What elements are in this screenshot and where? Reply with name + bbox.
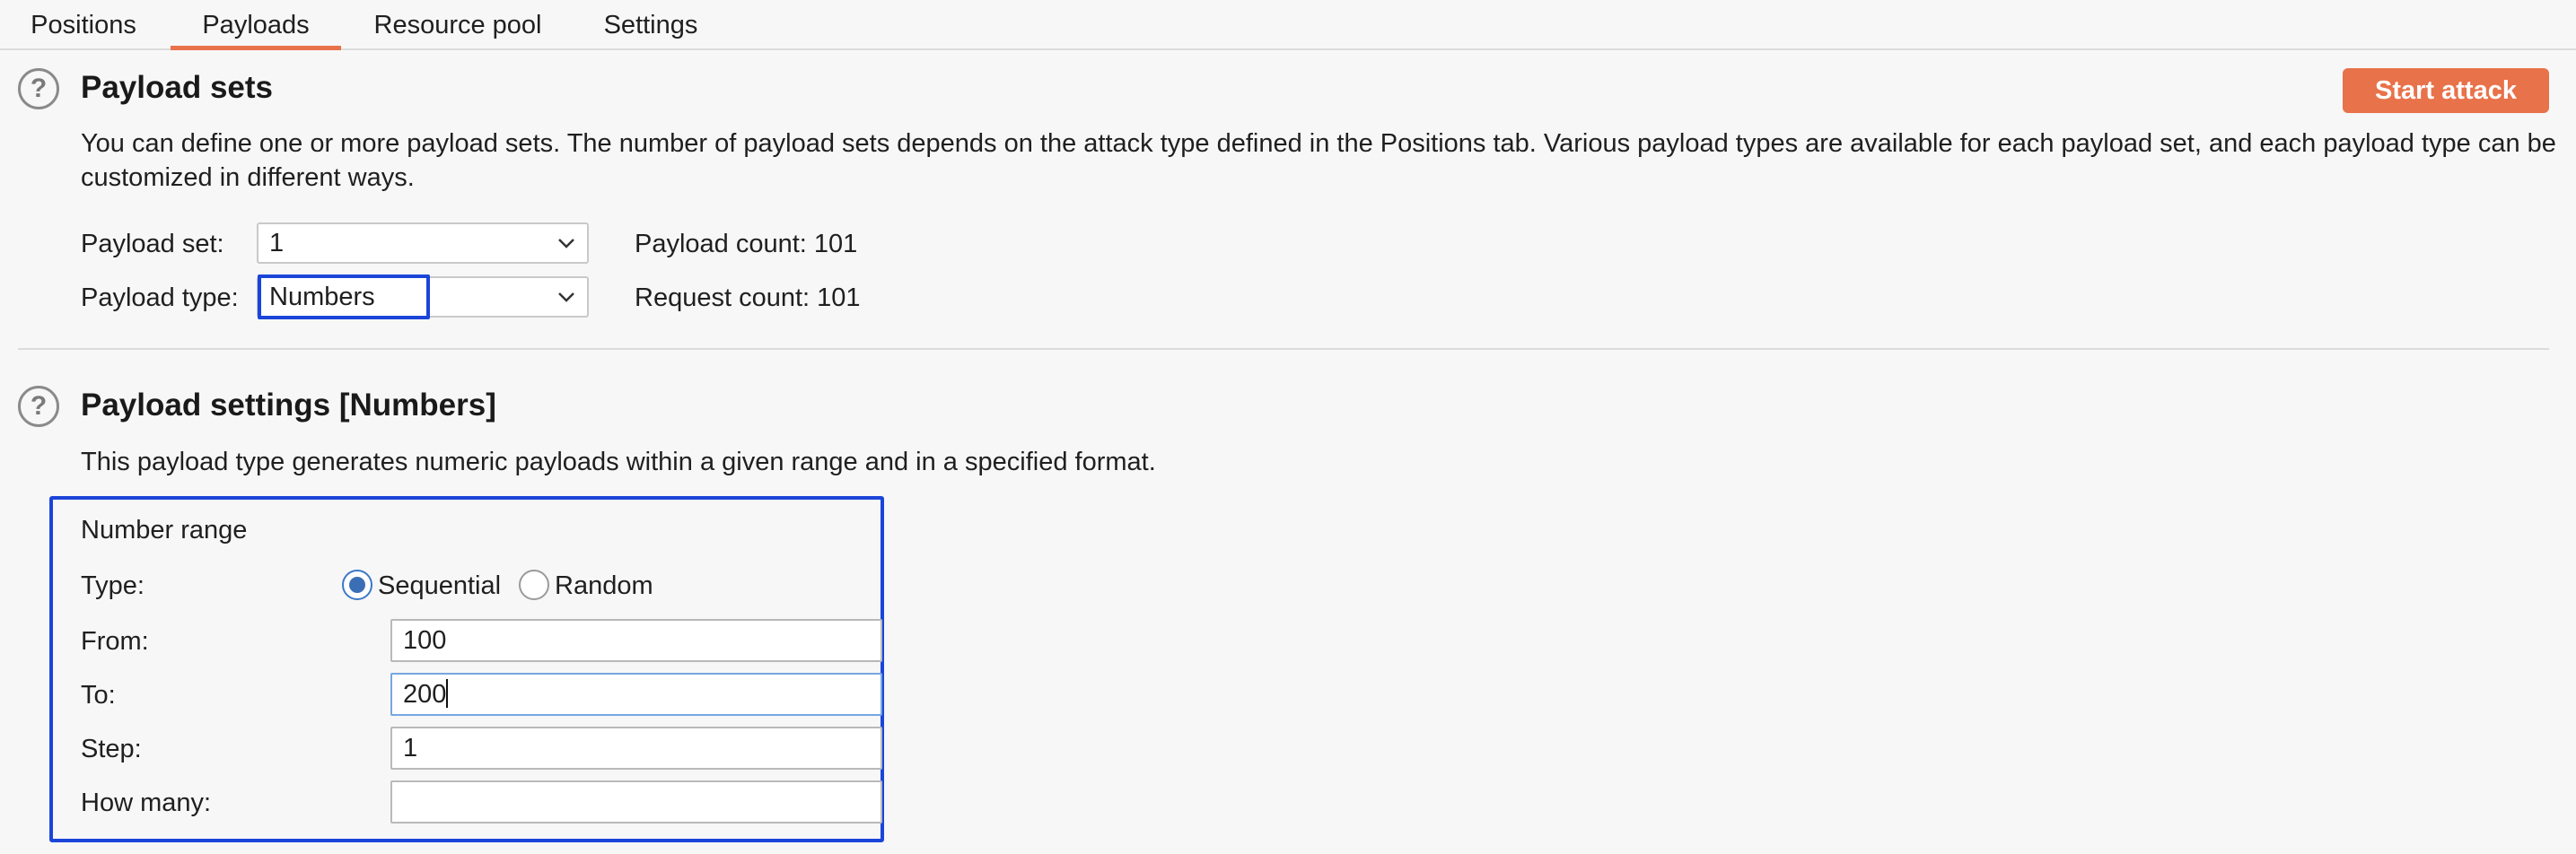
payload-set-select[interactable]: 1 xyxy=(257,222,589,264)
chevron-down-icon xyxy=(558,239,574,248)
payload-sets-description: You can define one or more payload sets.… xyxy=(81,129,2556,192)
how-many-input[interactable] xyxy=(390,780,882,824)
intruder-payloads-panel: Positions Payloads Resource pool Setting… xyxy=(0,0,2576,854)
number-range-group: Number range Type: Sequential Random Fro… xyxy=(49,496,884,842)
from-input[interactable]: 100 xyxy=(390,619,882,662)
random-label[interactable]: Random xyxy=(555,571,653,601)
start-attack-button[interactable]: Start attack xyxy=(2343,68,2549,113)
tab-positions[interactable]: Positions xyxy=(16,0,151,50)
tab-payloads[interactable]: Payloads xyxy=(171,0,341,50)
how-many-label: How many: xyxy=(81,789,212,817)
step-input[interactable]: 1 xyxy=(390,727,882,770)
payload-settings-description: This payload type generates numeric payl… xyxy=(81,448,1156,476)
payload-set-value: 1 xyxy=(269,229,285,257)
tab-bar: Positions Payloads Resource pool Setting… xyxy=(0,0,2576,50)
from-label: From: xyxy=(81,627,149,656)
payload-type-label: Payload type: xyxy=(81,283,239,312)
payload-sets-title: Payload sets xyxy=(81,70,273,105)
to-input-value: 200 xyxy=(403,680,447,709)
help-circle-icon[interactable]: ? xyxy=(18,386,59,427)
step-label: Step: xyxy=(81,735,142,763)
payload-settings-title: Payload settings [Numbers] xyxy=(81,388,496,423)
payload-count: Payload count: 101 xyxy=(635,230,858,258)
chevron-down-icon xyxy=(558,292,574,302)
payload-set-label: Payload set: xyxy=(81,230,224,258)
number-range-heading: Number range xyxy=(81,516,248,545)
help-circle-icon[interactable]: ? xyxy=(18,68,59,109)
to-label: To: xyxy=(81,681,116,710)
section-divider xyxy=(18,348,2549,350)
text-caret xyxy=(446,679,449,709)
to-input[interactable]: 200 xyxy=(390,673,882,716)
tab-settings[interactable]: Settings xyxy=(588,0,714,50)
sequential-radio[interactable] xyxy=(342,570,372,600)
request-count: Request count: 101 xyxy=(635,283,861,312)
type-label: Type: xyxy=(81,571,145,600)
sequential-label[interactable]: Sequential xyxy=(378,571,501,601)
random-radio[interactable] xyxy=(519,570,549,600)
tab-resource-pool[interactable]: Resource pool xyxy=(359,0,556,50)
payload-type-value: Numbers xyxy=(269,283,375,311)
payload-type-select[interactable]: Numbers xyxy=(257,276,589,318)
